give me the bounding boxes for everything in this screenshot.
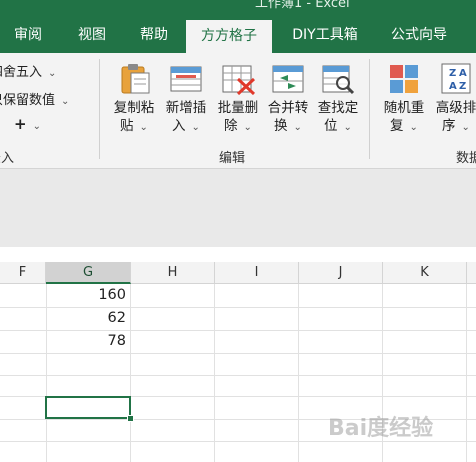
chevron-down-icon: ⌄ [409, 122, 418, 133]
window-title: 工作簿1 - Excel [255, 0, 350, 11]
column-header-i[interactable]: I [215, 262, 299, 284]
keep-values-button[interactable]: 只保留数值⌄ [0, 89, 69, 108]
advanced-sort-label: 高级排 [435, 100, 476, 116]
tab-formula-wizard[interactable]: 公式向导 [376, 18, 462, 53]
chevron-down-icon: ⌄ [461, 122, 470, 133]
grid-line [298, 284, 299, 462]
column-header-f[interactable]: F [0, 262, 46, 284]
random-repeat-icon [386, 61, 422, 95]
chevron-down-icon: ⌄ [343, 122, 352, 133]
column-header-j[interactable]: J [299, 262, 383, 284]
svg-text:Z: Z [459, 81, 466, 92]
group-divider [369, 59, 370, 159]
find-locate-label: 查找定 [317, 100, 359, 116]
round-button[interactable]: 四舍五入⌄ [0, 61, 56, 80]
chevron-down-icon: ⌄ [191, 122, 200, 133]
active-cell[interactable] [45, 396, 131, 419]
copy-paste-button[interactable]: 复制粘 贴 ⌄ [108, 61, 160, 137]
grid-line [0, 353, 476, 354]
ribbon-tabs: 审阅 视图 帮助 方方格子 DIY工具箱 公式向导 [0, 18, 476, 53]
formula-bar-area [0, 169, 476, 247]
grid-line [0, 330, 476, 331]
insert-button[interactable]: 新增插 入 ⌄ [160, 61, 212, 137]
grid-line [0, 375, 476, 376]
grid-line [0, 307, 476, 308]
svg-text:A: A [459, 68, 467, 79]
cell-g3[interactable]: 78 [46, 333, 126, 349]
grid-line [130, 284, 131, 462]
copy-paste-label: 复制粘 [113, 100, 155, 116]
column-header-l[interactable] [467, 262, 476, 284]
copy-paste-icon [116, 61, 152, 95]
merge-convert-icon [270, 61, 306, 95]
edit-group-label: 编辑 [219, 151, 246, 166]
tab-review[interactable]: 审阅 [0, 18, 56, 53]
chevron-down-icon: ⌄ [61, 96, 70, 107]
advanced-sort-icon: Z A A Z [438, 61, 474, 95]
batch-delete-label: 批量删 [217, 100, 259, 116]
add-button[interactable]: + ⌄ [14, 115, 41, 133]
merge-convert-label: 合并转 [267, 100, 309, 116]
random-repeat-button[interactable]: 随机重 复 ⌄ [378, 61, 430, 137]
advanced-sort-button[interactable]: Z A A Z 高级排 序 ⌄ [430, 61, 476, 137]
chevron-down-icon: ⌄ [293, 122, 302, 133]
watermark: Bai度经验 [328, 416, 434, 441]
insert-table-icon [168, 61, 204, 95]
chevron-down-icon: ⌄ [243, 122, 252, 133]
chevron-down-icon: ⌄ [32, 121, 41, 132]
svg-text:A: A [449, 81, 457, 92]
merge-convert-button[interactable]: 合并转 换 ⌄ [262, 61, 314, 137]
find-locate-button[interactable]: 查找定 位 ⌄ [312, 61, 364, 137]
tab-diy-toolbox[interactable]: DIY工具箱 [280, 18, 370, 53]
column-header-g[interactable]: G [46, 262, 131, 284]
cell-g1[interactable]: 160 [46, 287, 126, 303]
title-bar: 工作簿1 - Excel [0, 0, 476, 18]
batch-delete-button[interactable]: 批量删 除 ⌄ [212, 61, 264, 137]
column-header-k[interactable]: K [383, 262, 467, 284]
batch-delete-icon [220, 61, 256, 96]
chevron-down-icon: ⌄ [139, 122, 148, 133]
tab-fangfang[interactable]: 方方格子 [186, 20, 272, 53]
find-locate-icon [320, 61, 356, 95]
ribbon-panel: 四舍五入⌄ 只保留数值⌄ +⌄ 录入 复制粘 贴⌄ 新 [0, 53, 476, 169]
column-header-h[interactable]: H [131, 262, 215, 284]
cell-g2[interactable]: 62 [46, 310, 126, 326]
group-divider [99, 59, 100, 159]
grid-line [214, 284, 215, 462]
tab-help[interactable]: 帮助 [126, 18, 182, 53]
fill-handle[interactable] [127, 415, 134, 422]
random-repeat-label: 随机重 [383, 100, 425, 116]
entry-group-label: 录入 [0, 151, 15, 166]
data-group-label: 数据 [456, 151, 476, 166]
tab-view[interactable]: 视图 [64, 18, 120, 53]
insert-label: 新增插 [165, 100, 207, 116]
svg-text:Z: Z [449, 68, 456, 79]
grid-line [466, 284, 467, 462]
chevron-down-icon: ⌄ [48, 68, 57, 79]
